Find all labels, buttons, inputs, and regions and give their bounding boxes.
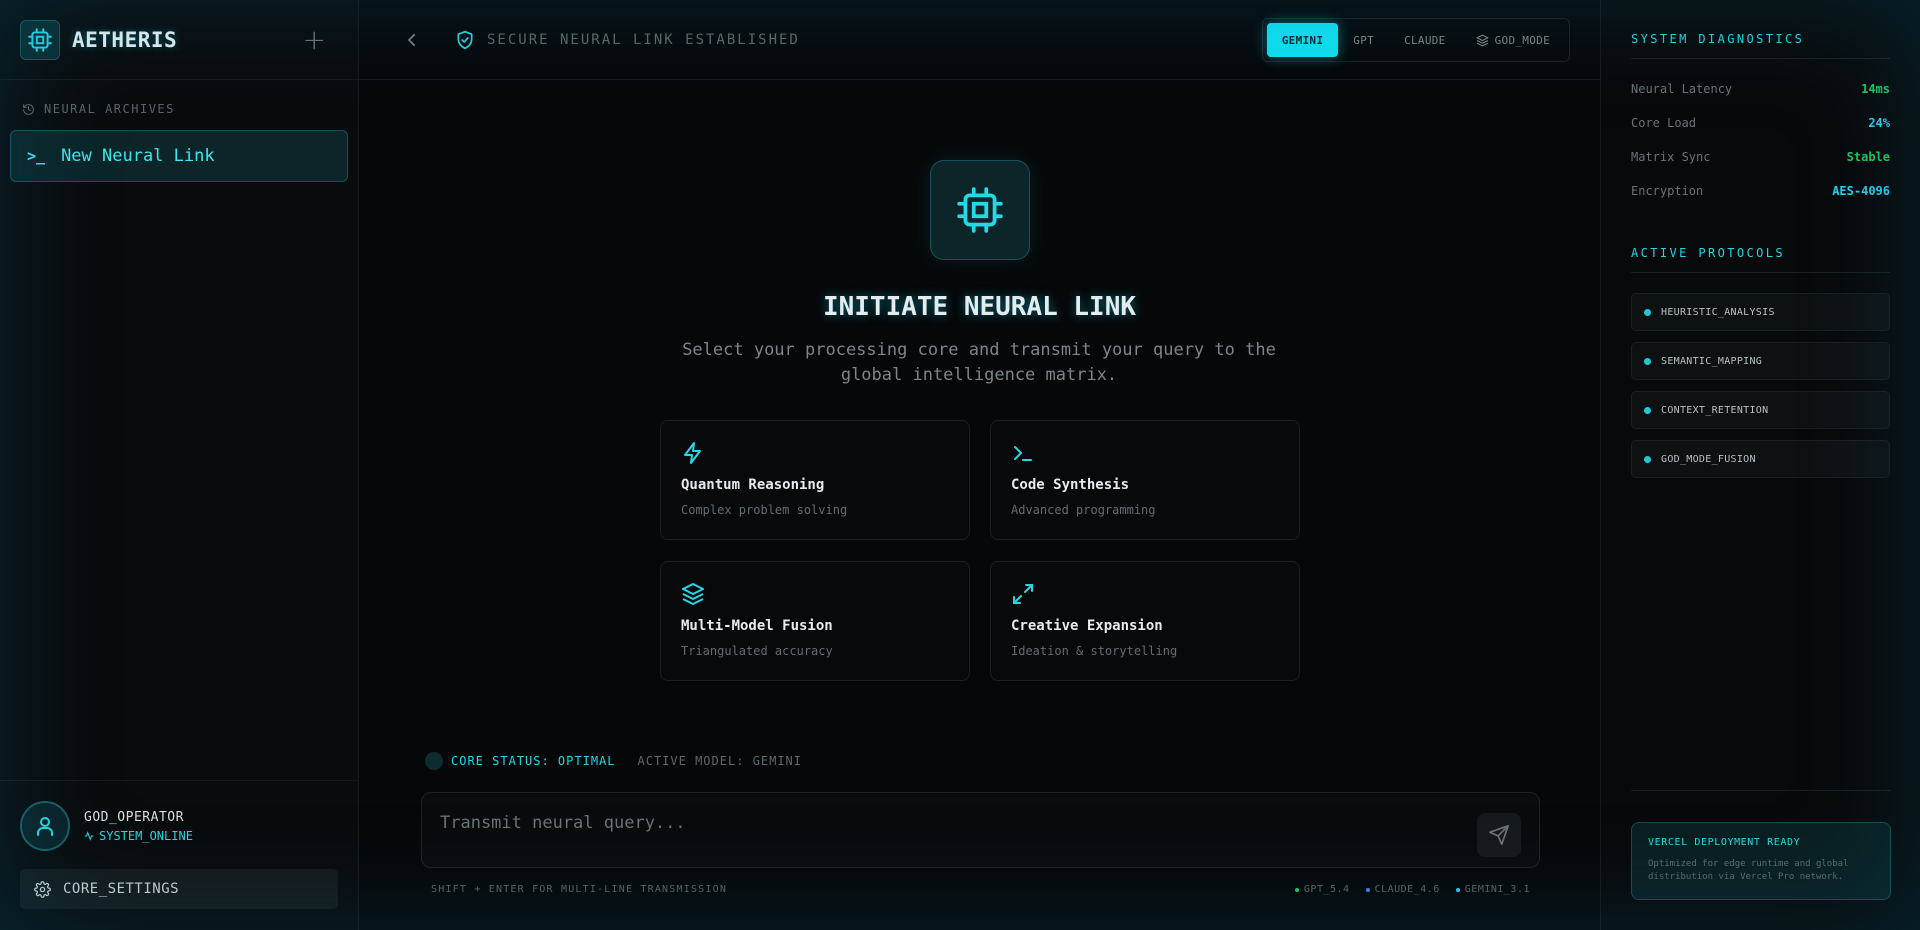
protocols-list: HEURISTIC_ANALYSIS SEMANTIC_MAPPING CONT… bbox=[1631, 293, 1890, 478]
model-versions: GPT_5.4 CLAUDE_4.6 GEMINI_3.1 bbox=[1279, 884, 1530, 895]
card-desc: Complex problem solving bbox=[681, 503, 848, 517]
protocols-heading: ACTIVE PROTOCOLS bbox=[1631, 246, 1890, 273]
deployment-desc: Optimized for edge runtime and global di… bbox=[1648, 859, 1849, 882]
version-claude: CLAUDE_4.6 bbox=[1365, 884, 1440, 895]
query-box bbox=[421, 792, 1540, 868]
query-input[interactable] bbox=[440, 809, 1440, 837]
card-quantum-reasoning[interactable]: Quantum Reasoning Complex problem solvin… bbox=[660, 420, 970, 540]
send-icon bbox=[1489, 825, 1509, 845]
status-dot bbox=[1644, 308, 1651, 316]
user-name: GOD_OPERATOR bbox=[84, 809, 184, 825]
version-gpt: GPT_5.4 bbox=[1294, 884, 1350, 895]
hero-subtitle: Select your processing core and transmit… bbox=[682, 340, 1276, 385]
new-session-plus-icon[interactable]: + bbox=[303, 25, 326, 54]
sidebar-footer: GOD_OPERATOR SYSTEM_ONLINE CORE_SETTINGS bbox=[0, 780, 358, 930]
layers-icon bbox=[1476, 34, 1489, 46]
card-title: Multi-Model Fusion bbox=[681, 618, 833, 634]
send-button[interactable] bbox=[1477, 813, 1521, 857]
diag-row-latency: Neural Latency 14ms bbox=[1631, 82, 1890, 96]
secure-link-text: SECURE NEURAL LINK ESTABLISHED bbox=[487, 31, 800, 48]
core-settings-button[interactable]: CORE_SETTINGS bbox=[20, 869, 338, 909]
card-multi-model-fusion[interactable]: Multi-Model Fusion Triangulated accuracy bbox=[660, 561, 970, 681]
card-desc: Triangulated accuracy bbox=[681, 644, 833, 658]
card-desc: Advanced programming bbox=[1011, 503, 1156, 517]
core-status-line: CORE STATUS: OPTIMAL ACTIVE MODEL: GEMIN… bbox=[425, 752, 802, 770]
back-chevron-icon[interactable] bbox=[403, 31, 421, 49]
model-option-gpt[interactable]: GPT bbox=[1338, 23, 1389, 57]
right-panel: SYSTEM DIAGNOSTICS Neural Latency 14ms C… bbox=[1600, 0, 1920, 930]
protocol-item[interactable]: HEURISTIC_ANALYSIS bbox=[1631, 293, 1890, 331]
session-label: New Neural Link bbox=[61, 146, 215, 166]
terminal-icon bbox=[1014, 446, 1032, 461]
model-option-claude[interactable]: CLAUDE bbox=[1389, 23, 1461, 57]
diag-row-core-load: Core Load 24% bbox=[1631, 116, 1890, 130]
activity-icon bbox=[84, 830, 94, 841]
deployment-card: VERCEL DEPLOYMENT READY Optimized for ed… bbox=[1631, 822, 1891, 900]
model-option-god-mode[interactable]: GOD_MODE bbox=[1461, 23, 1565, 57]
gear-icon bbox=[34, 880, 51, 898]
brand-header: AETHERIS + bbox=[0, 0, 358, 80]
cpu-icon bbox=[930, 160, 1030, 260]
protocol-item[interactable]: GOD_MODE_FUSION bbox=[1631, 440, 1890, 478]
main-area: INITIATE NEURAL LINK Select your process… bbox=[359, 80, 1600, 930]
card-code-synthesis[interactable]: Code Synthesis Advanced programming bbox=[990, 420, 1300, 540]
shield-check-icon bbox=[457, 30, 473, 49]
cpu-icon[interactable] bbox=[20, 19, 60, 60]
layers-icon bbox=[682, 583, 704, 605]
core-status: CORE STATUS: OPTIMAL bbox=[451, 754, 616, 768]
protocol-item[interactable]: SEMANTIC_MAPPING bbox=[1631, 342, 1890, 380]
archives-label: NEURAL ARCHIVES bbox=[44, 102, 175, 116]
card-title: Code Synthesis bbox=[1011, 477, 1130, 493]
expand-icon bbox=[1013, 584, 1033, 604]
diag-row-encryption: Encryption AES-4096 bbox=[1631, 184, 1890, 198]
divider bbox=[1631, 790, 1891, 791]
diagnostics-heading: SYSTEM DIAGNOSTICS bbox=[1631, 32, 1890, 59]
model-option-gemini[interactable]: GEMINI bbox=[1266, 23, 1339, 57]
diag-row-matrix-sync: Matrix Sync Stable bbox=[1631, 150, 1890, 164]
user-icon bbox=[37, 817, 53, 836]
session-item-new-neural-link[interactable]: >_ New Neural Link bbox=[10, 130, 348, 182]
user-profile[interactable]: GOD_OPERATOR SYSTEM_ONLINE bbox=[20, 801, 338, 851]
status-dot bbox=[1644, 406, 1651, 414]
input-hint: SHIFT + ENTER FOR MULTI-LINE TRANSMISSIO… bbox=[431, 884, 728, 895]
card-creative-expansion[interactable]: Creative Expansion Ideation & storytelli… bbox=[990, 561, 1300, 681]
diagnostics-list: Neural Latency 14ms Core Load 24% Matrix… bbox=[1631, 72, 1890, 208]
active-model: ACTIVE MODEL: GEMINI bbox=[637, 754, 802, 768]
card-title: Creative Expansion bbox=[1011, 618, 1163, 634]
core-settings-label: CORE_SETTINGS bbox=[63, 881, 180, 897]
card-desc: Ideation & storytelling bbox=[1011, 644, 1178, 658]
user-status: SYSTEM_ONLINE bbox=[84, 829, 193, 843]
model-selector: GEMINI GPT CLAUDE GOD_MODE bbox=[1261, 18, 1570, 62]
avatar bbox=[20, 801, 70, 851]
deployment-title: VERCEL DEPLOYMENT READY bbox=[1648, 837, 1801, 848]
top-bar: SECURE NEURAL LINK ESTABLISHED GEMINI GP… bbox=[359, 0, 1600, 80]
hero-title: INITIATE NEURAL LINK bbox=[822, 292, 1137, 322]
protocol-item[interactable]: CONTEXT_RETENTION bbox=[1631, 391, 1890, 429]
status-dot bbox=[1644, 455, 1651, 463]
sidebar: AETHERIS + NEURAL ARCHIVES >_ New Neural… bbox=[0, 0, 359, 930]
lightning-icon bbox=[684, 442, 701, 464]
version-gemini: GEMINI_3.1 bbox=[1455, 884, 1530, 895]
history-icon bbox=[23, 103, 34, 115]
terminal-icon: >_ bbox=[27, 147, 46, 165]
brand-name: AETHERIS bbox=[72, 27, 178, 52]
status-dot bbox=[1644, 357, 1651, 365]
secure-link-status: SECURE NEURAL LINK ESTABLISHED bbox=[455, 30, 800, 50]
archives-heading: NEURAL ARCHIVES bbox=[0, 80, 358, 130]
status-dot bbox=[425, 752, 443, 770]
card-title: Quantum Reasoning bbox=[681, 477, 825, 493]
